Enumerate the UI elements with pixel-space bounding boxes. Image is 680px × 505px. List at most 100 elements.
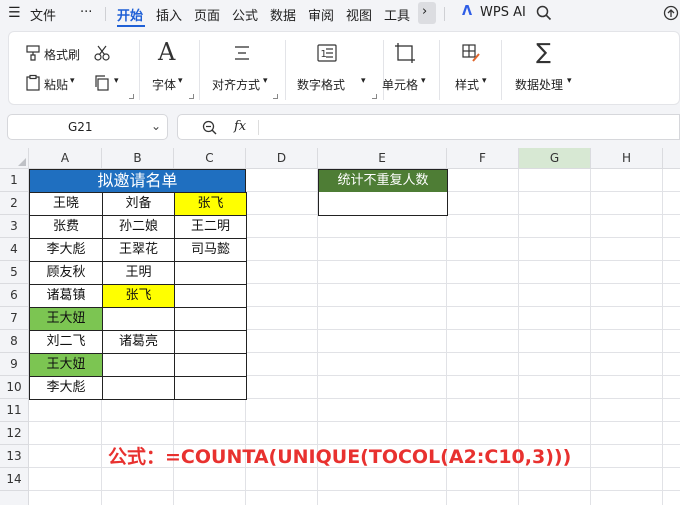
paste-icon[interactable] bbox=[24, 74, 42, 92]
cell-a4[interactable]: 李大彪 bbox=[29, 238, 103, 262]
row-header-10[interactable]: 10 bbox=[0, 376, 29, 399]
paste-button[interactable]: 粘贴 bbox=[44, 76, 68, 93]
select-all-corner[interactable] bbox=[0, 148, 29, 169]
column-header-c[interactable]: C bbox=[174, 148, 246, 169]
row-header-8[interactable]: 8 bbox=[0, 330, 29, 353]
cell-a8[interactable]: 刘二飞 bbox=[29, 330, 103, 354]
cell-a7[interactable]: 王大妞 bbox=[29, 307, 103, 331]
cell-a5[interactable]: 顾友秋 bbox=[29, 261, 103, 285]
menu-more[interactable]: ··· bbox=[80, 5, 92, 20]
column-header-i[interactable] bbox=[663, 148, 680, 169]
cell-c5[interactable] bbox=[174, 261, 247, 285]
tab-page[interactable]: 页面 bbox=[194, 5, 220, 24]
font-group-launcher-icon[interactable] bbox=[189, 94, 194, 99]
cut-icon[interactable] bbox=[93, 44, 111, 62]
data-processing-button[interactable]: 数据处理 bbox=[515, 76, 563, 93]
insert-function-fx-icon[interactable]: fx bbox=[234, 119, 246, 134]
cell-c10[interactable] bbox=[174, 376, 247, 400]
paste-dropdown-chevron-icon[interactable]: ▾ bbox=[70, 76, 75, 86]
cell-b5[interactable]: 王明 bbox=[102, 261, 175, 285]
cell-a9[interactable]: 王大妞 bbox=[29, 353, 103, 377]
copy-icon[interactable] bbox=[93, 74, 111, 92]
cell-c4[interactable]: 司马懿 bbox=[174, 238, 247, 262]
stat-result-cell[interactable] bbox=[318, 192, 448, 216]
cell-dropdown-chevron-icon[interactable]: ▾ bbox=[421, 76, 426, 86]
data-processing-dropdown-chevron-icon[interactable]: ▾ bbox=[567, 76, 572, 86]
cell-c8[interactable] bbox=[174, 330, 247, 354]
cell-a10[interactable]: 李大彪 bbox=[29, 376, 103, 400]
cell-b6[interactable]: 张飞 bbox=[102, 284, 175, 308]
number-format-dropdown-chevron-icon[interactable]: ▾ bbox=[361, 76, 366, 86]
cell-a6[interactable]: 诸葛镇 bbox=[29, 284, 103, 308]
column-header-h[interactable]: H bbox=[591, 148, 663, 169]
tab-insert[interactable]: 插入 bbox=[156, 5, 182, 24]
wps-ai-button[interactable]: WPS AI bbox=[480, 5, 526, 20]
format-painter-icon[interactable] bbox=[24, 44, 42, 62]
font-button[interactable]: 字体 bbox=[152, 76, 176, 93]
cell-b9[interactable] bbox=[102, 353, 175, 377]
copy-dropdown-chevron-icon[interactable]: ▾ bbox=[114, 76, 119, 86]
hamburger-icon[interactable]: ☰ bbox=[8, 5, 21, 21]
number-format-button[interactable]: 数字格式 bbox=[297, 76, 345, 93]
cell-b2[interactable]: 刘备 bbox=[102, 192, 175, 216]
format-painter-button[interactable]: 格式刷 bbox=[44, 46, 80, 63]
alignment-dropdown-chevron-icon[interactable]: ▾ bbox=[263, 76, 268, 86]
search-icon[interactable] bbox=[536, 5, 552, 21]
column-header-e[interactable]: E bbox=[318, 148, 447, 169]
chevron-down-icon[interactable]: ⌄ bbox=[151, 119, 161, 133]
cell-c6[interactable] bbox=[174, 284, 247, 308]
cell-c9[interactable] bbox=[174, 353, 247, 377]
row-header-1[interactable]: 1 bbox=[0, 169, 29, 192]
cell-c2[interactable]: 张飞 bbox=[174, 192, 247, 216]
row-header-9[interactable]: 9 bbox=[0, 353, 29, 376]
stat-header-cell[interactable]: 统计不重复人数 bbox=[318, 169, 448, 193]
column-header-g[interactable]: G bbox=[519, 148, 591, 169]
column-header-f[interactable]: F bbox=[447, 148, 519, 169]
row-header-5[interactable]: 5 bbox=[0, 261, 29, 284]
cell-a3[interactable]: 张费 bbox=[29, 215, 103, 239]
cell-b4[interactable]: 王翠花 bbox=[102, 238, 175, 262]
column-header-d[interactable]: D bbox=[246, 148, 318, 169]
alignment-button[interactable]: 对齐方式 bbox=[212, 76, 260, 93]
number-format-group-launcher-icon[interactable] bbox=[372, 94, 377, 99]
font-dropdown-chevron-icon[interactable]: ▾ bbox=[178, 76, 183, 86]
cell-b3[interactable]: 孙二娘 bbox=[102, 215, 175, 239]
tab-formula[interactable]: 公式 bbox=[232, 5, 258, 24]
zoom-search-icon[interactable] bbox=[202, 120, 217, 135]
row-header-4[interactable]: 4 bbox=[0, 238, 29, 261]
alignment-group-launcher-icon[interactable] bbox=[273, 94, 278, 99]
cell-b8[interactable]: 诸葛亮 bbox=[102, 330, 175, 354]
formula-input[interactable]: fx bbox=[177, 114, 680, 140]
style-button[interactable]: 样式 bbox=[455, 76, 479, 93]
clipboard-group-launcher-icon[interactable] bbox=[129, 94, 134, 99]
row-header-11[interactable]: 11 bbox=[0, 399, 29, 422]
spreadsheet-grid[interactable]: A B C D E F G H 1 2 3 4 5 6 7 8 9 10 11 12 13 14 拟邀请名… bbox=[0, 148, 680, 505]
row-header-14[interactable]: 14 bbox=[0, 468, 29, 491]
row-header-12[interactable]: 12 bbox=[0, 422, 29, 445]
column-header-b[interactable]: B bbox=[102, 148, 174, 169]
row-header-13[interactable]: 13 bbox=[0, 445, 29, 468]
cloud-sync-icon[interactable] bbox=[662, 5, 680, 21]
tab-tools[interactable]: 工具 bbox=[384, 5, 410, 24]
title-merged-cell[interactable]: 拟邀请名单 bbox=[29, 169, 246, 193]
row-header-2[interactable]: 2 bbox=[0, 192, 29, 215]
column-header-a[interactable]: A bbox=[29, 148, 102, 169]
cell-b7[interactable] bbox=[102, 307, 175, 331]
style-dropdown-chevron-icon[interactable]: ▾ bbox=[482, 76, 487, 86]
row-header-15[interactable] bbox=[0, 491, 29, 505]
cell-a2[interactable]: 王晓 bbox=[29, 192, 103, 216]
tabs-scroll-right-button[interactable]: › bbox=[418, 2, 436, 24]
tab-review[interactable]: 审阅 bbox=[308, 5, 334, 24]
cell-b10[interactable] bbox=[102, 376, 175, 400]
row-header-7[interactable]: 7 bbox=[0, 307, 29, 330]
tab-view[interactable]: 视图 bbox=[346, 5, 372, 24]
cell-c7[interactable] bbox=[174, 307, 247, 331]
row-header-3[interactable]: 3 bbox=[0, 215, 29, 238]
cell-button[interactable]: 单元格 bbox=[382, 76, 418, 93]
tab-home[interactable]: 开始 bbox=[117, 5, 143, 24]
cell-c3[interactable]: 王二明 bbox=[174, 215, 247, 239]
name-box[interactable]: G21 ⌄ bbox=[7, 114, 168, 140]
tab-data[interactable]: 数据 bbox=[270, 5, 296, 24]
menu-file[interactable]: 文件 bbox=[30, 5, 56, 24]
row-header-6[interactable]: 6 bbox=[0, 284, 29, 307]
